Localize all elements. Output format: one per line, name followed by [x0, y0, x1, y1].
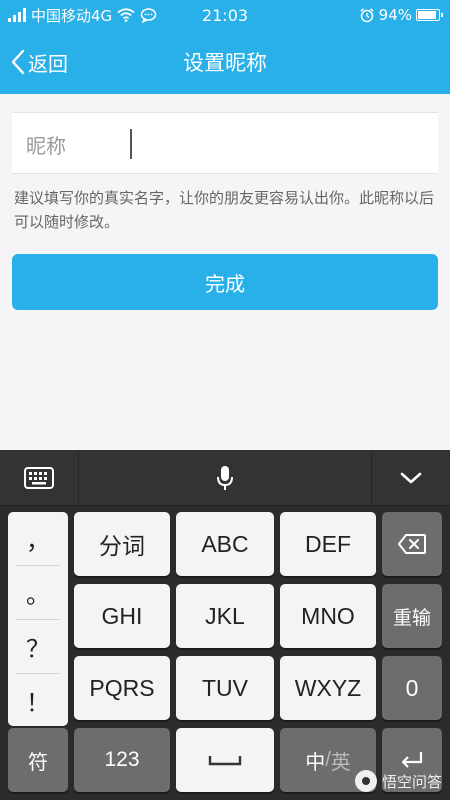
space-icon — [208, 756, 242, 766]
battery-percent: 94% — [378, 6, 412, 24]
keyboard: ， 。 ？ ！ 分词 ABC DEF GHI JKL MNO 重输 PQRS T… — [0, 450, 450, 800]
watermark-text: 悟空问答 — [381, 772, 442, 791]
keyboard-switch-button[interactable] — [0, 450, 78, 506]
punct-comma-key[interactable]: ， — [8, 512, 68, 565]
voice-input-button[interactable] — [79, 450, 371, 506]
key-pqrs[interactable]: PQRS — [74, 656, 170, 720]
content: 昵称 建议填写你的真实名字，让你的朋友更容易认出你。此昵称以后可以随时修改。 完… — [0, 94, 450, 450]
screen: 中国移动4G 21:03 94% 返回 设置昵称 昵称 建议填写你的真实名字，让… — [0, 0, 450, 800]
back-label: 返回 — [28, 51, 68, 76]
key-fenci[interactable]: 分词 — [74, 512, 170, 576]
chevron-down-icon — [400, 472, 422, 484]
punct-period-key[interactable]: 。 — [8, 566, 68, 619]
status-right: 94% — [359, 0, 443, 30]
key-mno[interactable]: MNO — [280, 584, 376, 648]
microphone-icon — [217, 466, 233, 490]
lang-en-label: 英 — [330, 751, 351, 774]
key-ghi[interactable]: GHI — [74, 584, 170, 648]
battery-fill — [418, 11, 436, 19]
punct-exclaim-key[interactable]: ！ — [8, 674, 68, 727]
nickname-input[interactable] — [128, 125, 428, 163]
key-abc[interactable]: ABC — [176, 512, 274, 576]
punct-question-key[interactable]: ？ — [8, 620, 68, 673]
nickname-row: 昵称 — [12, 112, 438, 174]
back-button[interactable]: 返回 — [10, 30, 68, 94]
enter-icon — [401, 752, 423, 768]
keyboard-icon — [24, 467, 54, 489]
zero-key[interactable]: 0 — [382, 656, 442, 720]
punctuation-column: ， 。 ？ ！ — [8, 512, 68, 726]
numbers-key[interactable]: 123 — [74, 728, 170, 792]
done-button[interactable]: 完成 — [12, 254, 438, 310]
key-tuv[interactable]: TUV — [176, 656, 274, 720]
hint-text: 建议填写你的真实名字，让你的朋友更容易认出你。此昵称以后可以随时修改。 — [14, 189, 435, 231]
key-jkl[interactable]: JKL — [176, 584, 274, 648]
watermark: 悟空问答 — [354, 770, 442, 792]
lang-zh-label: 中 — [305, 751, 326, 774]
battery-icon — [416, 9, 443, 21]
key-def[interactable]: DEF — [280, 512, 376, 576]
backspace-key[interactable] — [382, 512, 442, 576]
status-bar: 中国移动4G 21:03 94% — [0, 0, 450, 30]
nickname-label: 昵称 — [26, 133, 66, 158]
wukong-logo-icon — [354, 770, 377, 792]
key-wxyz[interactable]: WXYZ — [280, 656, 376, 720]
backspace-icon — [398, 534, 426, 554]
chevron-left-icon — [11, 49, 25, 75]
space-key[interactable] — [176, 728, 274, 792]
alarm-icon — [360, 8, 374, 23]
keyboard-toolbar — [0, 450, 450, 506]
reenter-key[interactable]: 重输 — [382, 584, 442, 648]
hide-keyboard-button[interactable] — [372, 450, 450, 506]
symbols-key[interactable]: 符 — [8, 728, 68, 792]
nav-bar: 返回 设置昵称 — [0, 30, 450, 94]
text-caret — [130, 129, 132, 159]
